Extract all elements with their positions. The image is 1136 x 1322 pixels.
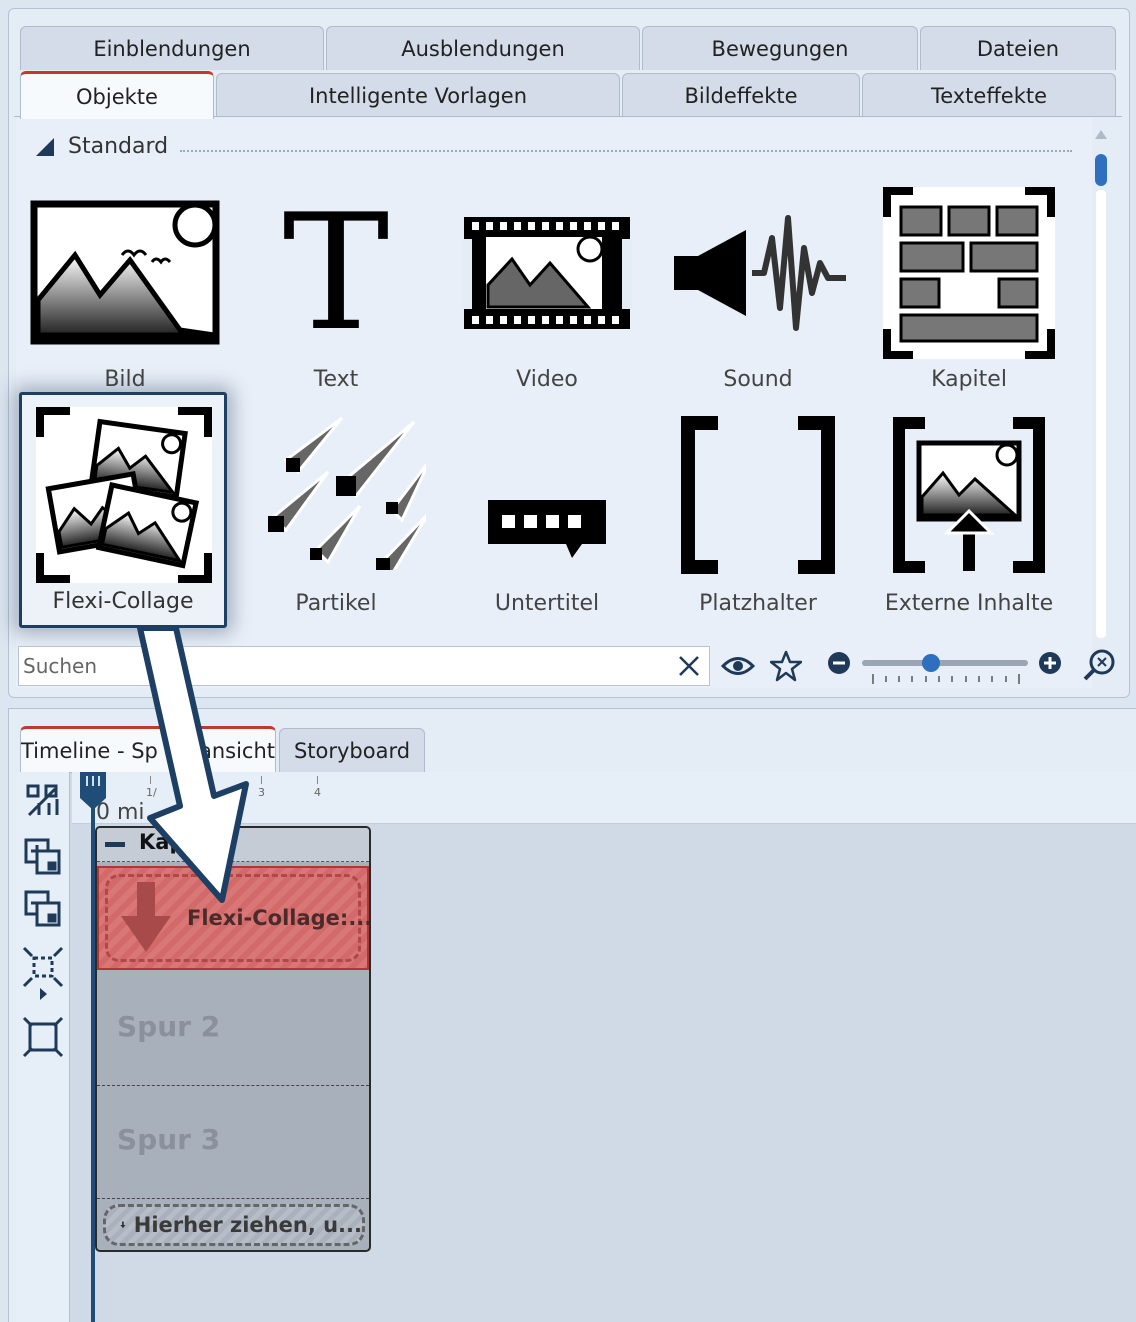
- zoom-fit-icon[interactable]: [1080, 646, 1118, 684]
- drop-hint[interactable]: Hierher ziehen, u...: [103, 1204, 365, 1246]
- expand-tracks-icon[interactable]: [20, 1014, 66, 1060]
- clear-search-icon[interactable]: [669, 647, 709, 685]
- placeholder-brackets-icon: [658, 405, 858, 585]
- scroll-up-icon[interactable]: [1095, 130, 1107, 139]
- star-icon[interactable]: [766, 646, 806, 686]
- add-track-icon[interactable]: [20, 834, 66, 880]
- arrow-down-icon: [121, 882, 171, 952]
- tab-ausblendungen[interactable]: Ausblendungen: [326, 26, 640, 70]
- chapter-header[interactable]: Kap: [97, 828, 369, 862]
- object-flexi-collage[interactable]: Flexi-Collage: [19, 392, 227, 628]
- collapse-triangle-icon[interactable]: [36, 137, 54, 156]
- track-spur-2[interactable]: Spur 2: [97, 974, 369, 1086]
- track-spur-3[interactable]: Spur 3: [97, 1087, 369, 1199]
- playhead-handle[interactable]: [78, 772, 108, 812]
- tab-dateien[interactable]: Dateien: [920, 26, 1116, 70]
- time-ruler[interactable]: 1/ 2 3 4 0 mi: [72, 772, 1136, 825]
- zoom-slider-knob[interactable]: [922, 654, 940, 672]
- zoom-out-icon[interactable]: [826, 650, 852, 676]
- image-icon: [25, 185, 225, 360]
- chapter-block[interactable]: Kap Flexi-Collage:... Spur 2 Spur 3 Hier…: [95, 826, 371, 1252]
- particles-icon: [236, 405, 436, 575]
- object-partikel[interactable]: Partikel: [236, 405, 436, 625]
- tab-intelligente-vorlagen[interactable]: Intelligente Vorlagen: [216, 73, 620, 117]
- text-icon: T: [236, 185, 436, 360]
- zoom-slider[interactable]: [862, 654, 1028, 672]
- external-content-icon: [869, 405, 1069, 585]
- flexi-collage-icon: [36, 407, 212, 583]
- zoom-ticks: [872, 674, 1020, 684]
- object-externe-inhalte[interactable]: Externe Inhalte: [869, 405, 1069, 625]
- chapter-icon: [869, 185, 1069, 360]
- tab-objekte[interactable]: Objekte: [20, 71, 214, 119]
- object-platzhalter[interactable]: Platzhalter: [658, 405, 858, 625]
- zoom-in-icon[interactable]: [1037, 650, 1063, 676]
- object-kapitel[interactable]: Kapitel: [869, 185, 1069, 395]
- group-title: Standard: [68, 134, 169, 159]
- object-untertitel[interactable]: Untertitel: [447, 405, 647, 625]
- search-field[interactable]: [18, 646, 710, 686]
- group-header-standard[interactable]: Standard: [36, 134, 168, 159]
- tab-timeline-spuransicht[interactable]: Timeline - Sp ansicht: [20, 726, 276, 772]
- arrow-down-icon: [120, 1221, 126, 1229]
- object-sound[interactable]: Sound: [658, 185, 858, 395]
- tab-storyboard[interactable]: Storyboard: [279, 728, 425, 772]
- eye-icon[interactable]: [718, 648, 758, 684]
- expand-submenu-icon[interactable]: [20, 984, 66, 1004]
- object-bild[interactable]: Bild: [25, 185, 225, 395]
- tab-bewegungen[interactable]: Bewegungen: [642, 26, 918, 70]
- dropped-flexi-collage-clip[interactable]: Flexi-Collage:...: [97, 866, 369, 970]
- timeline-toolbar: [16, 772, 70, 1322]
- speaker-icon: [658, 185, 858, 360]
- scrollbar[interactable]: [1094, 128, 1108, 640]
- scroll-thumb[interactable]: [1095, 154, 1107, 186]
- subtitle-icon: [447, 405, 647, 655]
- film-icon: [447, 185, 647, 360]
- svg-text:T: T: [283, 208, 390, 338]
- collapse-chapter-icon[interactable]: [105, 842, 125, 847]
- object-video[interactable]: Video: [447, 185, 647, 395]
- tab-texteffekte[interactable]: Texteffekte: [862, 73, 1116, 117]
- tab-einblendungen[interactable]: Einblendungen: [20, 26, 324, 70]
- snap-grid-icon[interactable]: [20, 778, 66, 824]
- object-text[interactable]: T Text: [236, 185, 436, 395]
- group-divider: [180, 150, 1072, 152]
- scroll-track[interactable]: [1096, 190, 1106, 638]
- search-input[interactable]: [19, 647, 669, 685]
- tab-bildeffekte[interactable]: Bildeffekte: [622, 73, 860, 117]
- chapter-title: Kap: [139, 830, 185, 854]
- playhead-line[interactable]: [91, 800, 95, 1322]
- remove-track-icon[interactable]: [20, 886, 66, 932]
